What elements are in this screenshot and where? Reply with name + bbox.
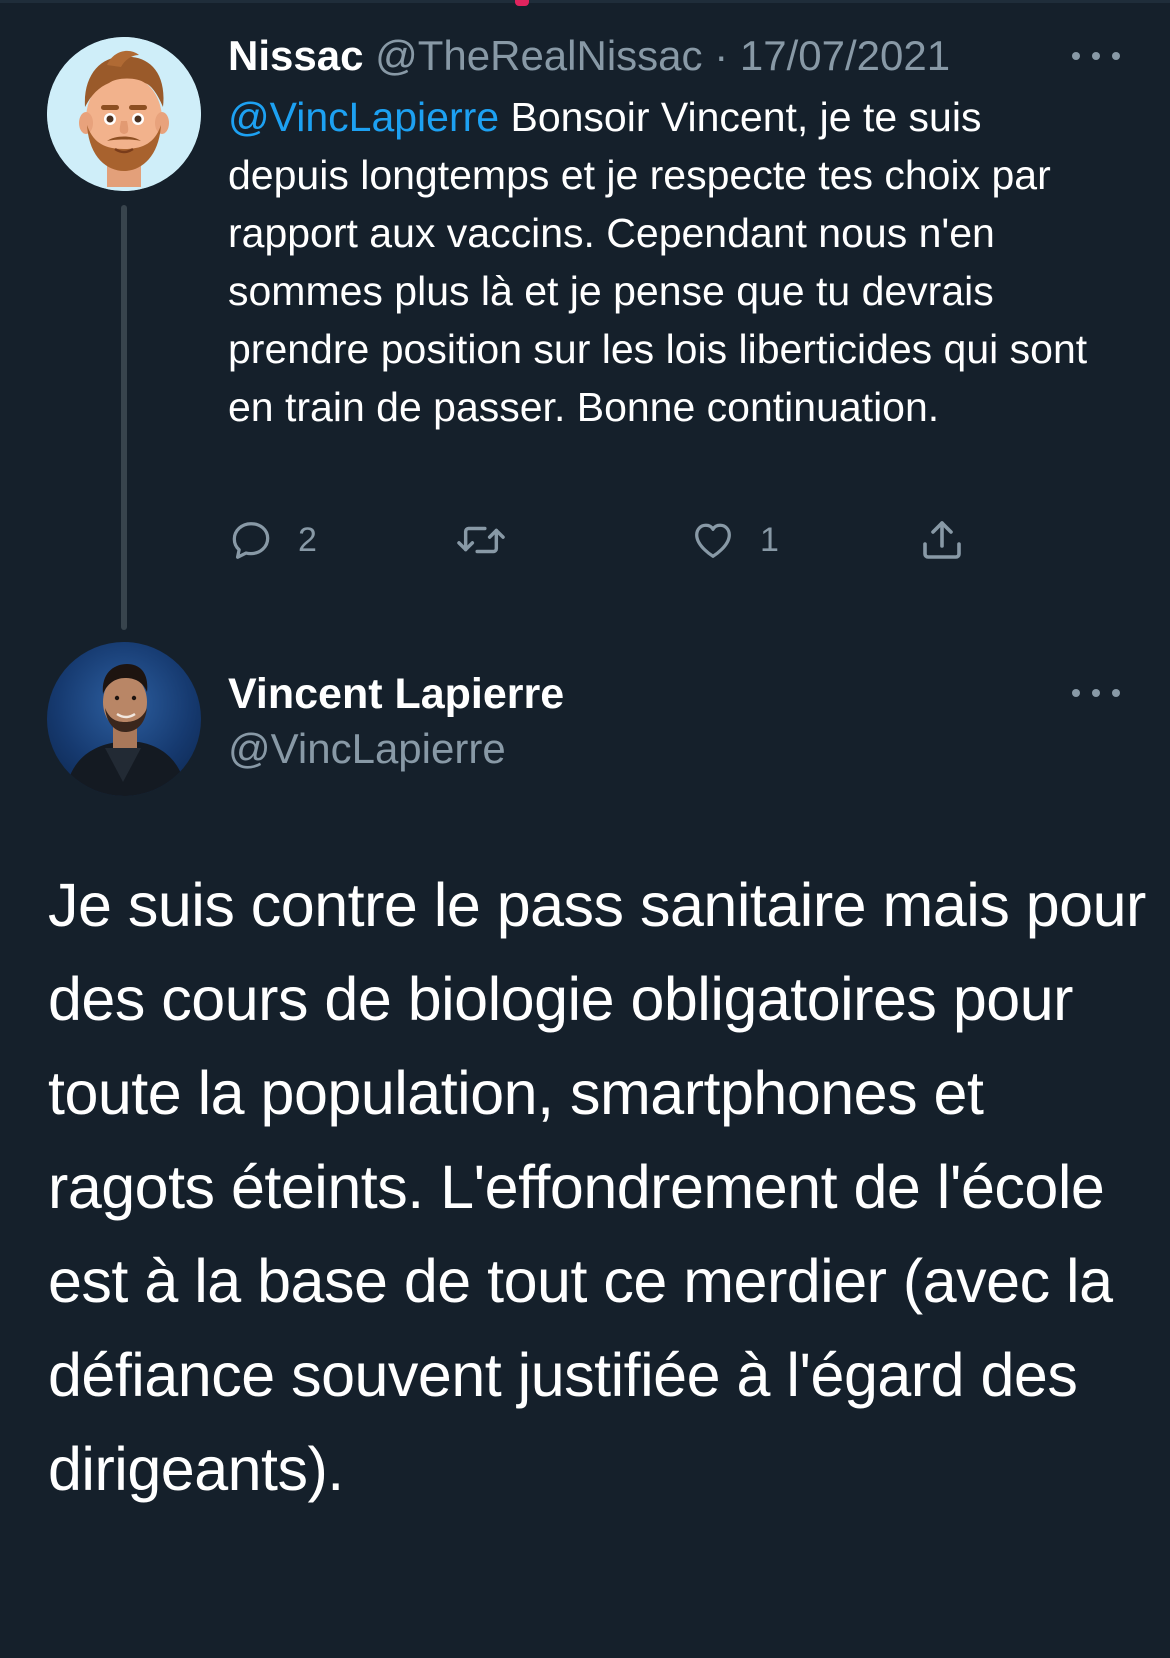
more-dot [1072, 52, 1080, 60]
share-icon [923, 521, 961, 559]
retweet-icon [457, 526, 505, 554]
cropped-accent-mark [515, 0, 529, 6]
more-dot [1092, 52, 1100, 60]
parent-date[interactable]: 17/07/2021 [740, 32, 950, 79]
more-options-icon[interactable] [1072, 44, 1120, 68]
main-display-name[interactable]: Vincent Lapierre [228, 665, 564, 723]
memoji-avatar-icon [47, 37, 201, 191]
profile-photo-icon [65, 664, 187, 796]
more-options-icon[interactable] [1072, 681, 1120, 705]
top-divider [0, 0, 1170, 6]
main-handle[interactable]: @VincLapierre [228, 720, 506, 778]
retweet-button[interactable] [453, 510, 509, 570]
nissac-avatar[interactable] [47, 37, 201, 191]
share-button[interactable] [918, 510, 966, 570]
mention-link[interactable]: @VincLapierre [228, 94, 499, 140]
header-separator: · [714, 32, 729, 79]
more-dot [1112, 52, 1120, 60]
reply-count: 2 [298, 520, 317, 559]
vincent-avatar[interactable] [47, 642, 201, 796]
parent-display-name[interactable]: Nissac [228, 32, 363, 79]
more-dot [1092, 689, 1100, 697]
heart-icon [695, 523, 731, 558]
reply-icon [232, 522, 270, 559]
more-dot [1112, 689, 1120, 697]
like-count: 1 [760, 520, 779, 559]
parent-handle[interactable]: @TheRealNissac [375, 32, 702, 79]
like-button[interactable]: 1 [690, 510, 779, 570]
reply-button[interactable]: 2 [228, 510, 317, 570]
parent-tweet-body: Bonsoir Vincent, je te suis depuis longt… [228, 94, 1088, 430]
parent-tweet-header: Nissac @TheRealNissac · 17/07/2021 [228, 28, 950, 84]
parent-tweet-actions: 2 1 [228, 510, 988, 570]
main-tweet-text: Je suis contre le pass sanitaire mais po… [48, 871, 1146, 1503]
thread-connector-line [121, 205, 127, 630]
more-dot [1072, 689, 1080, 697]
parent-tweet-text: @VincLapierre Bonsoir Vincent, je te sui… [228, 88, 1108, 436]
